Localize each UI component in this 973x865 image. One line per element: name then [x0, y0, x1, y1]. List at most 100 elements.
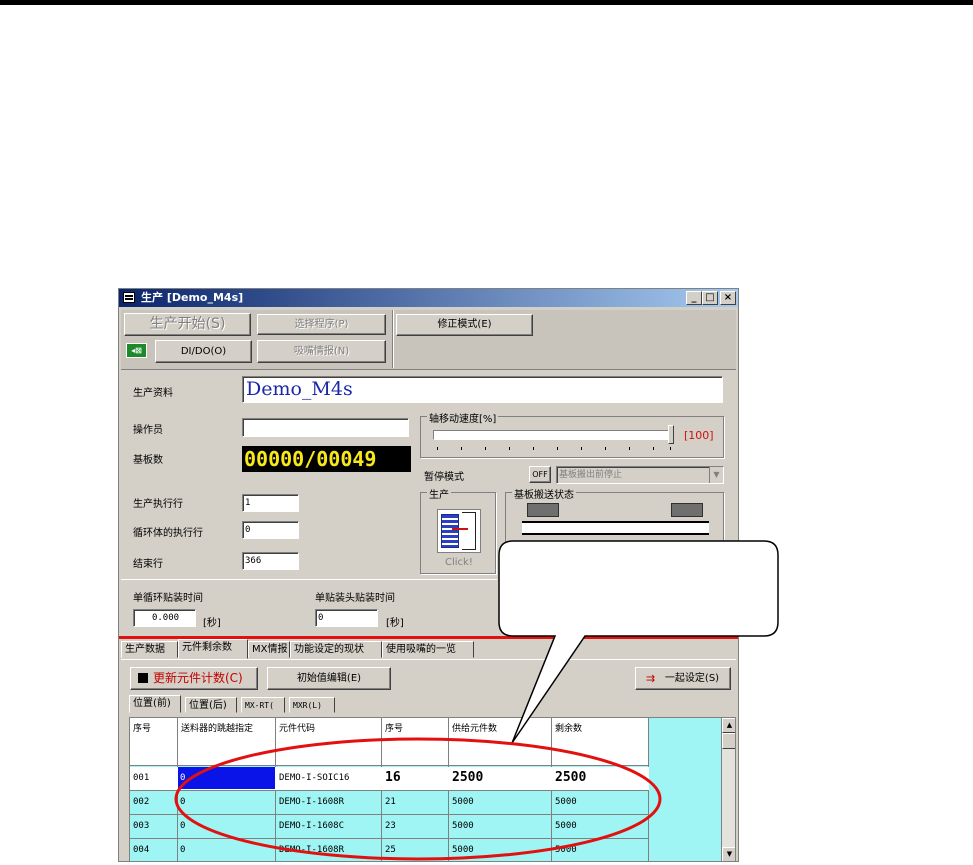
production-start-button[interactable]: 生产开始(S) [124, 313, 251, 336]
header-no[interactable]: 序号 [133, 721, 151, 734]
command-area: 生产开始(S) 选择程序(P) 修正模式(E) ◂⊠ DI/DO(O) 吸嘴情报… [121, 310, 736, 370]
axis-speed-value: [100] [684, 429, 714, 442]
header-supply-count[interactable]: 供给元件数 [452, 721, 497, 734]
head-time-label: 单贴装头贴装时间 [315, 593, 395, 604]
scroll-thumb[interactable] [722, 733, 735, 749]
row-no: 004 [133, 845, 150, 855]
stop-square-icon [138, 673, 148, 683]
pause-mode-toggle[interactable]: OFF [529, 466, 551, 483]
subtab-mxr[interactable]: MXR(L) [289, 697, 335, 713]
cycle-time-label: 单循环贴装时间 [133, 593, 203, 604]
production-window: 生产 [Demo_M4s] _ □ × 生产开始(S) 选择程序(P) 修正模式… [118, 288, 739, 862]
subtab-front[interactable]: 位置(前) [129, 695, 181, 713]
minimize-button[interactable]: _ [686, 291, 702, 305]
row-part-code: DEMO-I-1608C [279, 821, 345, 831]
tab-remaining-components[interactable]: 元件剩余数 [178, 639, 248, 659]
exit-icon[interactable]: ◂⊠ [126, 343, 147, 358]
speed-tick [509, 447, 510, 450]
row-remaining: 5000 [555, 797, 577, 807]
batch-set-label: 一起设定(S) [664, 673, 720, 684]
operator-label: 操作员 [133, 425, 163, 436]
table-row[interactable]: 003 0 DEMO-I-1608C 23 5000 5000 [130, 815, 649, 838]
correct-mode-button[interactable]: 修正模式(E) [396, 314, 533, 336]
header-feeder-skip[interactable]: 送料器的跳越指定 [181, 721, 253, 734]
row-part-code: DEMO-I-1608R [279, 845, 345, 855]
close-button[interactable]: × [720, 291, 736, 305]
row-supply: 5000 [452, 821, 474, 831]
speed-tick [605, 447, 606, 450]
row-supply: 5000 [452, 845, 474, 855]
window-title: 生产 [Demo_M4s] [141, 291, 244, 304]
row-skip: 0 [180, 821, 186, 831]
conveyor-rail [522, 521, 709, 535]
tab-nozzle-list[interactable]: 使用吸嘴的一览 [382, 641, 474, 658]
head-time-field[interactable]: 0 [315, 609, 378, 627]
selected-cell[interactable] [178, 767, 275, 789]
tab-mx-info[interactable]: MX情报 [248, 641, 290, 658]
head-time-unit: [秒] [386, 618, 404, 629]
click-label[interactable]: Click! [445, 557, 473, 568]
row-no: 003 [133, 821, 150, 831]
pause-mode-select-value: 基板搬出前停止 [559, 470, 623, 480]
top-rule [0, 0, 973, 5]
row-skip: 0 [180, 773, 186, 783]
update-count-button[interactable]: 更新元件计数(C) [130, 667, 258, 690]
board-count-label: 基板数 [133, 455, 163, 466]
cycle-time-unit: [秒] [203, 618, 221, 629]
end-row-field[interactable]: 366 [242, 552, 299, 570]
tab-function-settings[interactable]: 功能设定的现状 [290, 641, 382, 658]
speed-tick [653, 447, 654, 450]
row-supply: 5000 [452, 797, 474, 807]
prod-data-field: Demo_M4s [242, 376, 723, 403]
header-part-code[interactable]: 元件代码 [279, 721, 315, 734]
table-row[interactable]: 004 0 DEMO-I-1608R 25 5000 5000 [130, 839, 649, 861]
component-table: 序号 送料器的跳越指定 元件代码 序号 供给元件数 剩余数 001 0 DEMO… [129, 717, 736, 862]
toolbar-separator [392, 310, 394, 368]
update-count-label: 更新元件计数(C) [153, 671, 243, 685]
table-row[interactable]: 001 0 DEMO-I-SOIC16 16 2500 2500 [130, 767, 649, 790]
cycle-time-field[interactable]: 0.000 [133, 609, 196, 627]
header-seq[interactable]: 序号 [385, 721, 403, 734]
exec-row-field[interactable]: 1 [242, 494, 299, 512]
speed-tick [581, 447, 582, 450]
operator-field[interactable] [242, 418, 409, 437]
maximize-button[interactable]: □ [702, 291, 718, 305]
row-part-code: DEMO-I-SOIC16 [279, 773, 350, 783]
chevron-down-icon[interactable]: ▼ [709, 467, 723, 483]
batch-set-icon: ⇉ [646, 672, 656, 685]
nozzle-info-button[interactable]: 吸嘴情报(N) [257, 340, 386, 363]
speed-tick [485, 447, 486, 450]
board-count-display: 00000/00049 [242, 446, 411, 472]
row-part-code: DEMO-I-1608R [279, 797, 345, 807]
batch-set-button[interactable]: ⇉ 一起设定(S) [635, 667, 731, 690]
tab-production-data[interactable]: 生产数据 [121, 641, 178, 658]
speed-tick [629, 447, 630, 450]
pause-mode-label: 暂停模式 [424, 472, 464, 483]
axis-speed-track[interactable] [433, 430, 671, 440]
end-row-label: 结束行 [133, 559, 163, 570]
production-group-title: 生产 [427, 486, 451, 501]
row-no: 001 [133, 773, 150, 783]
scroll-down-icon[interactable]: ▼ [722, 847, 735, 861]
init-value-edit-button[interactable]: 初始值编辑(E) [267, 667, 391, 690]
subtab-rear[interactable]: 位置(后) [185, 697, 237, 713]
dido-button[interactable]: DI/DO(O) [155, 340, 252, 363]
row-no: 002 [133, 797, 150, 807]
pause-mode-select[interactable]: 基板搬出前停止 ▼ [556, 466, 724, 484]
speed-tick [557, 447, 558, 450]
select-program-button[interactable]: 选择程序(P) [257, 314, 386, 335]
speed-tick [670, 447, 671, 450]
table-scrollbar[interactable]: ▲ ▼ [721, 718, 735, 861]
subtab-mx-rt[interactable]: MX-RT( [241, 697, 285, 713]
title-bar[interactable]: 生产 [Demo_M4s] _ □ × [119, 289, 738, 307]
production-icon[interactable] [437, 509, 481, 553]
row-seq: 23 [385, 821, 396, 831]
table-row[interactable]: 002 0 DEMO-I-1608R 21 5000 5000 [130, 791, 649, 814]
row-remaining: 5000 [555, 821, 577, 831]
axis-speed-thumb[interactable] [668, 425, 674, 444]
sensor-left-indicator [527, 503, 559, 517]
row-skip: 0 [180, 797, 186, 807]
scroll-up-icon[interactable]: ▲ [722, 718, 735, 733]
loop-exec-row-field[interactable]: 0 [242, 521, 299, 539]
header-remaining[interactable]: 剩余数 [555, 721, 582, 734]
